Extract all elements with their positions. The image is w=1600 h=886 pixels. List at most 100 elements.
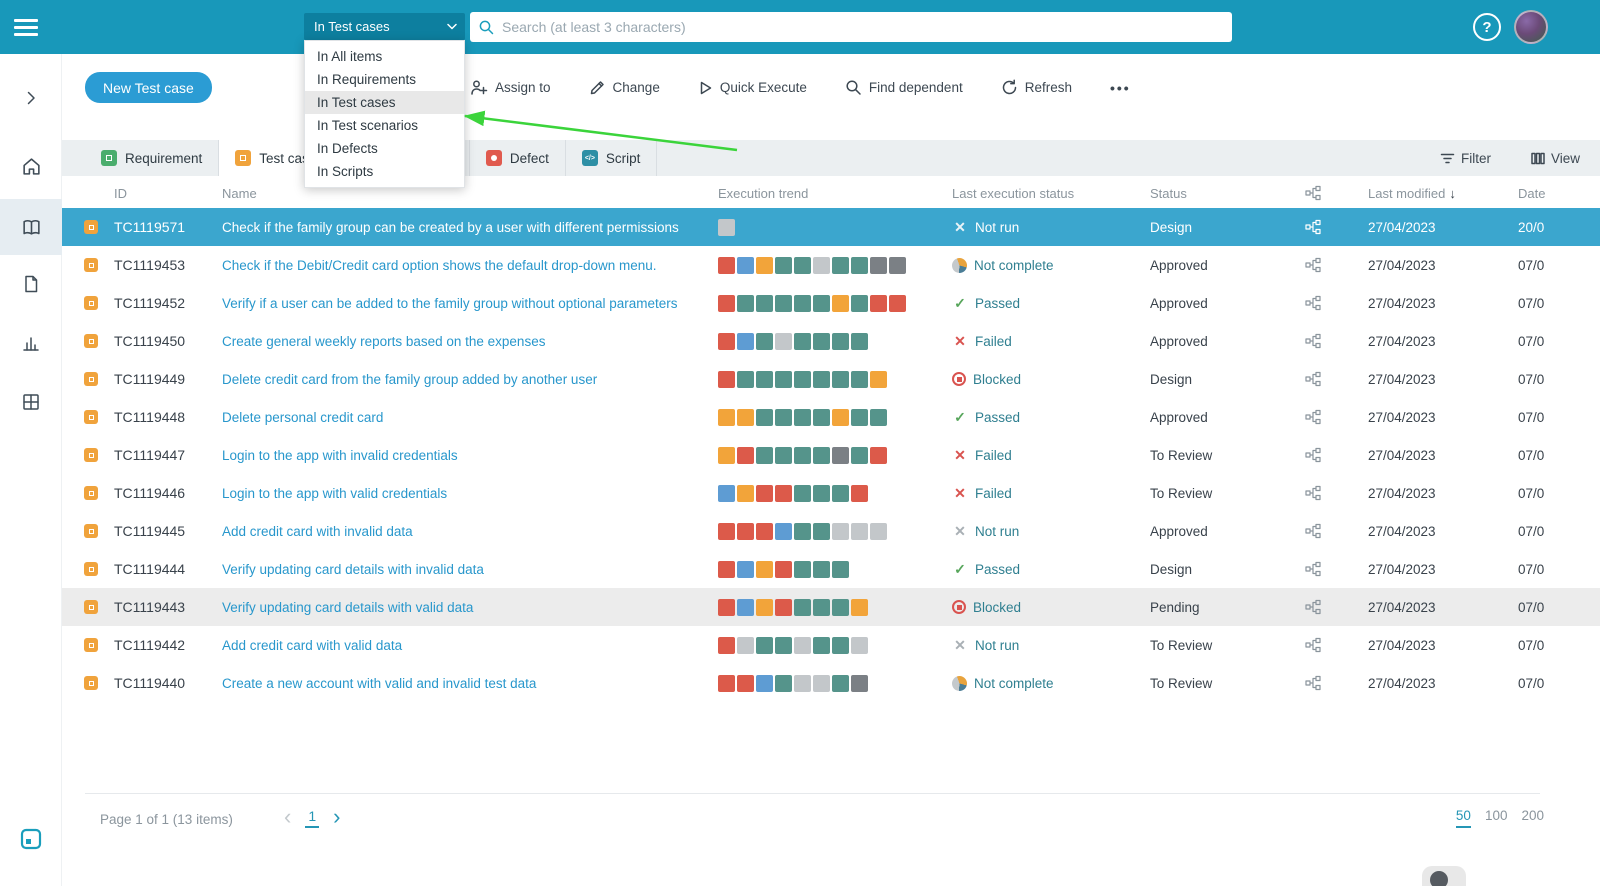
scope-menu-item[interactable]: In Scripts (305, 160, 464, 183)
col-date[interactable]: Date (1518, 186, 1600, 201)
page-size-200[interactable]: 200 (1521, 808, 1544, 828)
sidebar-item-library[interactable] (0, 199, 62, 255)
toolbar: Assign to Change Quick Execute Find depe… (470, 72, 1131, 103)
row-name-link[interactable]: Add credit card with invalid data (222, 524, 718, 539)
trend-square (851, 637, 868, 654)
row-hierarchy-cell[interactable] (1305, 371, 1368, 387)
change-button[interactable]: Change (589, 79, 660, 96)
row-name-link[interactable]: Add credit card with valid data (222, 638, 718, 653)
row-hierarchy-cell[interactable] (1305, 257, 1368, 273)
help-button[interactable]: ? (1473, 13, 1501, 41)
trend-square (737, 523, 754, 540)
sidebar-item-documents[interactable] (0, 262, 62, 306)
trend-square (756, 523, 773, 540)
table-row[interactable]: TC1119448 Delete personal credit card ✓ … (62, 398, 1600, 436)
sidebar-item-home[interactable] (0, 144, 62, 188)
row-name-link[interactable]: Verify updating card details with invali… (222, 562, 718, 577)
trend-square (775, 257, 792, 274)
table-row[interactable]: TC1119452 Verify if a user can be added … (62, 284, 1600, 322)
row-hierarchy-cell[interactable] (1305, 219, 1368, 235)
scope-menu-item[interactable]: In Defects (305, 137, 464, 160)
trend-square (794, 333, 811, 350)
refresh-label: Refresh (1025, 80, 1072, 95)
page-size-100[interactable]: 100 (1485, 808, 1508, 828)
trend-square (794, 371, 811, 388)
row-name-link[interactable]: Login to the app with valid credentials (222, 486, 718, 501)
scope-menu-item[interactable]: In Requirements (305, 68, 464, 91)
scope-menu-item[interactable]: In Test cases (305, 91, 464, 114)
col-hierarchy[interactable] (1305, 185, 1368, 201)
hamburger-menu-icon[interactable] (14, 14, 40, 40)
table-row[interactable]: TC1119445 Add credit card with invalid d… (62, 512, 1600, 550)
table-row[interactable]: TC1119450 Create general weekly reports … (62, 322, 1600, 360)
page-size-50[interactable]: 50 (1456, 808, 1471, 828)
row-type-icon-cell (84, 562, 114, 576)
search-input[interactable] (494, 12, 1232, 42)
table-row[interactable]: TC1119449 Delete credit card from the fa… (62, 360, 1600, 398)
table-row[interactable]: TC1119443 Verify updating card details w… (62, 588, 1600, 626)
trend-square (813, 523, 830, 540)
view-button[interactable]: View (1531, 151, 1580, 166)
chat-widget[interactable] (1422, 866, 1466, 886)
row-hierarchy-cell[interactable] (1305, 447, 1368, 463)
table-row[interactable]: TC1119447 Login to the app with invalid … (62, 436, 1600, 474)
sidebar-item-reports[interactable] (0, 321, 62, 365)
search-scope-select[interactable]: In Test cases (304, 13, 465, 40)
sidebar-expand-button[interactable] (0, 76, 62, 120)
row-name-link[interactable]: Create general weekly reports based on t… (222, 334, 718, 349)
scope-menu-item[interactable]: In All items (305, 45, 464, 68)
col-last-exec[interactable]: Last execution status (952, 186, 1150, 201)
page-number[interactable]: 1 (305, 806, 319, 828)
refresh-button[interactable]: Refresh (1001, 79, 1072, 96)
table-row[interactable]: TC1119446 Login to the app with valid cr… (62, 474, 1600, 512)
row-name-link[interactable]: Login to the app with invalid credential… (222, 448, 718, 463)
col-status[interactable]: Status (1150, 186, 1305, 201)
hierarchy-icon (1305, 561, 1321, 577)
user-avatar[interactable] (1514, 10, 1548, 44)
row-name-link[interactable]: Check if the family group can be created… (222, 220, 718, 235)
more-actions-button[interactable]: ••• (1110, 80, 1131, 96)
table-row[interactable]: TC1119442 Add credit card with valid dat… (62, 626, 1600, 664)
row-hierarchy-cell[interactable] (1305, 333, 1368, 349)
row-name-link[interactable]: Delete personal credit card (222, 410, 718, 425)
row-hierarchy-cell[interactable] (1305, 409, 1368, 425)
tab-defect[interactable]: Defect (470, 140, 566, 176)
table-row[interactable]: TC1119453 Check if the Debit/Credit card… (62, 246, 1600, 284)
col-last-modified[interactable]: Last modified↓ (1368, 186, 1518, 201)
tab-requirement[interactable]: Requirement (85, 140, 219, 176)
row-last-modified: 27/04/2023 (1368, 258, 1518, 273)
row-hierarchy-cell[interactable] (1305, 561, 1368, 577)
table-row[interactable]: TC1119440 Create a new account with vali… (62, 664, 1600, 702)
col-trend[interactable]: Execution trend (718, 186, 952, 201)
table-row[interactable]: TC1119444 Verify updating card details w… (62, 550, 1600, 588)
row-name-link[interactable]: Delete credit card from the family group… (222, 372, 718, 387)
row-hierarchy-cell[interactable] (1305, 675, 1368, 691)
row-hierarchy-cell[interactable] (1305, 599, 1368, 615)
row-name-link[interactable]: Verify updating card details with valid … (222, 600, 718, 615)
find-dependent-button[interactable]: Find dependent (845, 79, 963, 96)
hierarchy-icon (1305, 333, 1321, 349)
row-name-link[interactable]: Create a new account with valid and inva… (222, 676, 718, 691)
row-hierarchy-cell[interactable] (1305, 637, 1368, 653)
tab-script[interactable]: </> Script (566, 140, 658, 176)
assign-to-button[interactable]: Assign to (470, 79, 551, 96)
prev-page-button[interactable]: ‹ (284, 806, 291, 828)
scope-menu-item[interactable]: In Test scenarios (305, 114, 464, 137)
test-case-icon (84, 524, 98, 538)
row-hierarchy-cell[interactable] (1305, 295, 1368, 311)
app-logo[interactable] (0, 828, 62, 850)
col-id[interactable]: ID (114, 186, 222, 201)
filter-button[interactable]: Filter (1440, 151, 1491, 166)
row-hierarchy-cell[interactable] (1305, 523, 1368, 539)
row-name-link[interactable]: Verify if a user can be added to the fam… (222, 296, 718, 311)
row-hierarchy-cell[interactable] (1305, 485, 1368, 501)
sidebar-item-grid[interactable] (0, 380, 62, 424)
trend-square (794, 257, 811, 274)
new-test-case-button[interactable]: New Test case (85, 72, 212, 103)
table-row[interactable]: TC1119571 Check if the family group can … (62, 208, 1600, 246)
col-name[interactable]: Name (222, 186, 718, 201)
next-page-button[interactable]: › (333, 806, 340, 828)
quick-execute-button[interactable]: Quick Execute (698, 80, 807, 96)
row-name-link[interactable]: Check if the Debit/Credit card option sh… (222, 258, 718, 273)
trend-square (794, 561, 811, 578)
